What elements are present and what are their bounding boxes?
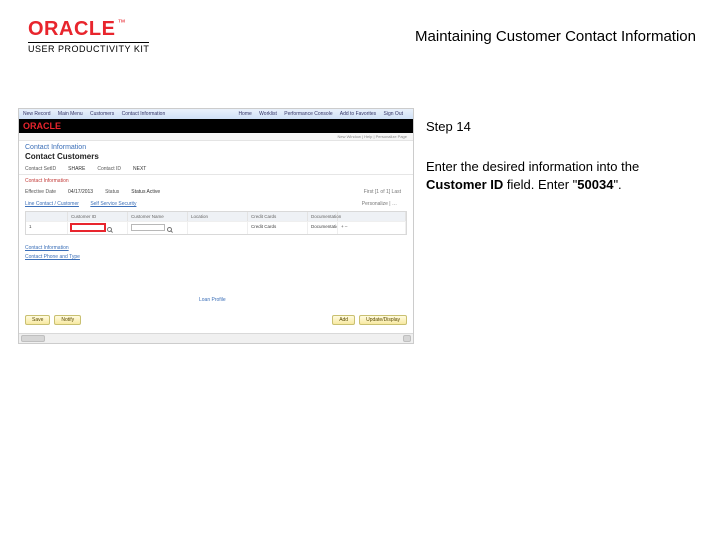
link[interactable]: Line Contact / Customer [25, 201, 79, 207]
footer-right: Add Update/Display [326, 311, 413, 329]
brand-tm: ™ [117, 18, 125, 27]
scrollbar-thumb[interactable] [21, 335, 45, 342]
customer-id-cell [68, 221, 128, 234]
customer-name-input[interactable] [131, 224, 165, 231]
breadcrumb: New Record Main Menu Customers Contact I… [23, 111, 171, 117]
breadcrumb-bar: New Record Main Menu Customers Contact I… [19, 109, 413, 119]
customer-table: Customer ID Customer Name Location Credi… [25, 211, 407, 235]
crumb[interactable]: Contact Information [122, 111, 166, 117]
lookup-icon[interactable] [107, 227, 112, 232]
lookup-icon[interactable] [167, 227, 172, 232]
brand-logo: ORACLE [28, 18, 115, 40]
update-display-button[interactable]: Update/Display [359, 315, 407, 325]
col: Documentation [308, 212, 338, 221]
row-seq: 1 [26, 221, 68, 234]
nav-link[interactable]: Sign Out [384, 111, 403, 117]
value: SHARE [68, 166, 85, 172]
instruction-field: Customer ID [426, 177, 503, 192]
effective-row: Effective Date 04/17/2013 Status Status … [19, 185, 413, 199]
section-header-label: Contact Information [25, 178, 69, 184]
bottom-links: Contact Information Contact Phone and Ty… [19, 239, 413, 265]
loan-profile-link[interactable]: Loan Profile [199, 297, 226, 303]
value: Status Active [131, 189, 160, 195]
label: Effective Date [25, 189, 56, 195]
table-row: 1 Credit Cards Documentation + – [26, 221, 406, 234]
toolbar-links: Home Worklist Performance Console Add to… [238, 111, 409, 117]
nav-link[interactable]: Home [238, 111, 251, 117]
link[interactable]: Self Service Security [90, 201, 136, 207]
col: Customer ID [68, 212, 128, 221]
add-button[interactable]: Add [332, 315, 355, 325]
page-title: Maintaining Customer Contact Information [415, 28, 696, 45]
label: Contact ID [97, 166, 121, 172]
col: Credit Cards [248, 212, 308, 221]
col [26, 212, 68, 221]
row-actions: + – [338, 221, 406, 234]
screenshot: New Record Main Menu Customers Contact I… [18, 108, 414, 344]
creditcards-cell[interactable]: Credit Cards [248, 221, 308, 234]
id-row: Contact SetID SHARE Contact ID NEXT [19, 164, 413, 174]
remove-row-button[interactable]: – [345, 224, 348, 229]
instruction-text: Enter the desired information into the C… [426, 158, 696, 194]
instruction-value: 50034 [577, 177, 613, 192]
pager[interactable]: First [1 of 1] Last [358, 187, 407, 197]
divider [19, 174, 413, 175]
customer-name-cell [128, 221, 188, 234]
link[interactable]: Contact Phone and Type [25, 254, 407, 260]
crumb[interactable]: Customers [90, 111, 114, 117]
personalize-link[interactable]: Personalize | … [362, 201, 397, 207]
link[interactable]: Contact Information [25, 245, 407, 251]
app-header: ORACLE [19, 119, 413, 133]
nav-link[interactable]: Performance Console [284, 111, 332, 117]
save-button[interactable]: Save [25, 315, 50, 325]
link-row: Line Contact / Customer Self Service Sec… [19, 199, 413, 209]
sub-toolbar[interactable]: New Window | Help | Personalize Page [19, 133, 413, 141]
app-logo: ORACLE [23, 121, 61, 131]
horizontal-scrollbar[interactable] [19, 333, 413, 343]
location-cell [188, 221, 248, 234]
scrollbar-right-arrow-icon[interactable] [403, 335, 411, 342]
step-label: Step 14 [426, 118, 696, 136]
crumb[interactable]: New Record [23, 111, 51, 117]
section-title: Contact Information [19, 141, 413, 151]
instruction-part2: field. Enter " [503, 177, 577, 192]
col: Location [188, 212, 248, 221]
col [338, 212, 406, 221]
brand-block: ORACLE™ USER PRODUCTIVITY KIT [28, 18, 149, 54]
page-heading: Contact Customers [19, 151, 413, 164]
footer-left: Save Notify [19, 311, 87, 329]
nav-link[interactable]: Add to Favorites [340, 111, 376, 117]
instruction-part3: ". [613, 177, 621, 192]
customer-id-input[interactable] [71, 224, 105, 231]
crumb[interactable]: Main Menu [58, 111, 83, 117]
value: NEXT [133, 166, 146, 172]
nav-link[interactable]: Worklist [259, 111, 277, 117]
section-header: Contact Information [25, 177, 407, 185]
label: Status [105, 189, 119, 195]
label: Contact SetID [25, 166, 56, 172]
table-header: Customer ID Customer Name Location Credi… [26, 212, 406, 221]
documentation-cell[interactable]: Documentation [308, 221, 338, 234]
notify-button[interactable]: Notify [54, 315, 81, 325]
value: 04/17/2013 [68, 189, 93, 195]
brand-subtitle: USER PRODUCTIVITY KIT [28, 42, 149, 54]
instruction-panel: Step 14 Enter the desired information in… [426, 118, 696, 195]
instruction-part1: Enter the desired information into the [426, 159, 639, 174]
col: Customer Name [128, 212, 188, 221]
add-row-button[interactable]: + [341, 224, 344, 229]
